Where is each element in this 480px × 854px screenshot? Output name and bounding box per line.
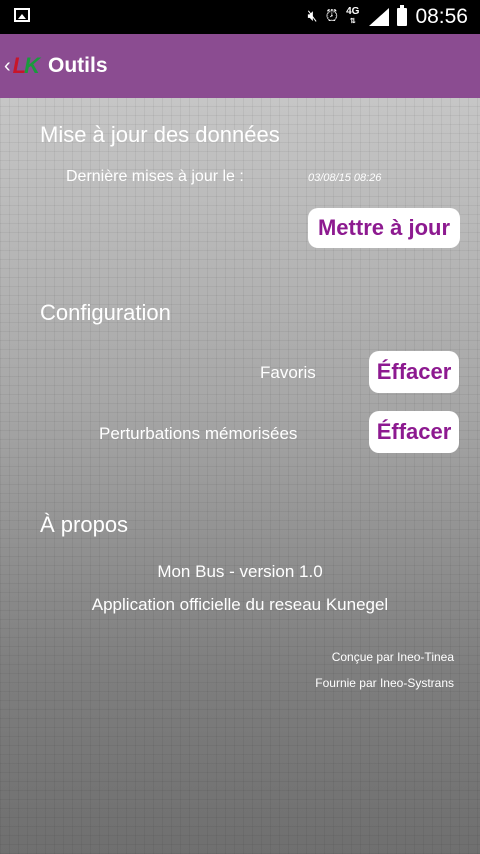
config-section-title: Configuration: [40, 300, 171, 325]
clear-favorites-button[interactable]: Éffacer: [369, 351, 459, 393]
network-label: 4G: [346, 6, 360, 17]
app-description: Application officielle du reseau Kunegel: [91, 595, 389, 614]
designed-by: Conçue par Ineo-Tinea: [331, 650, 454, 664]
last-update-value: 03/08/15 08:26: [308, 172, 382, 184]
logo-letter-k: K: [24, 53, 40, 78]
app-logo[interactable]: LK: [12, 53, 40, 79]
last-update-label: Dernière mises à jour le :: [66, 168, 244, 185]
tools-content: Mise à jour des données Dernière mises à…: [0, 98, 480, 854]
back-chevron-icon[interactable]: ‹: [4, 55, 11, 78]
vibrate-mute-icon: 🔇︎: [307, 8, 318, 25]
provided-by: Fournie par Ineo-Systrans: [315, 676, 454, 690]
battery-icon: [397, 5, 408, 26]
update-button[interactable]: Mettre à jour: [308, 208, 460, 248]
logo-letter-l: L: [12, 53, 27, 78]
update-section-title: Mise à jour des données: [40, 122, 280, 147]
clock: 08:56: [415, 5, 468, 28]
network-type: 4G ⇅: [346, 7, 359, 27]
page-title: Outils: [48, 54, 108, 77]
status-bar: 🔇︎ ⏰︎ 4G ⇅ 08:56: [0, 0, 480, 34]
signal-icon: [367, 8, 390, 26]
clear-disruptions-button[interactable]: Éffacer: [369, 411, 459, 453]
about-section-title: À propos: [40, 512, 129, 537]
alarm-icon: ⏰︎: [325, 8, 339, 25]
image-notification-icon: [14, 8, 30, 22]
app-bar: ‹ LK Outils: [0, 34, 480, 98]
app-version: Mon Bus - version 1.0: [157, 562, 323, 581]
status-icons: 🔇︎ ⏰︎ 4G ⇅ 08:56: [308, 0, 468, 34]
disruptions-label: Perturbations mémorisées: [99, 424, 298, 443]
data-arrows-icon: ⇅: [349, 18, 356, 25]
favorites-label: Favoris: [260, 363, 316, 382]
